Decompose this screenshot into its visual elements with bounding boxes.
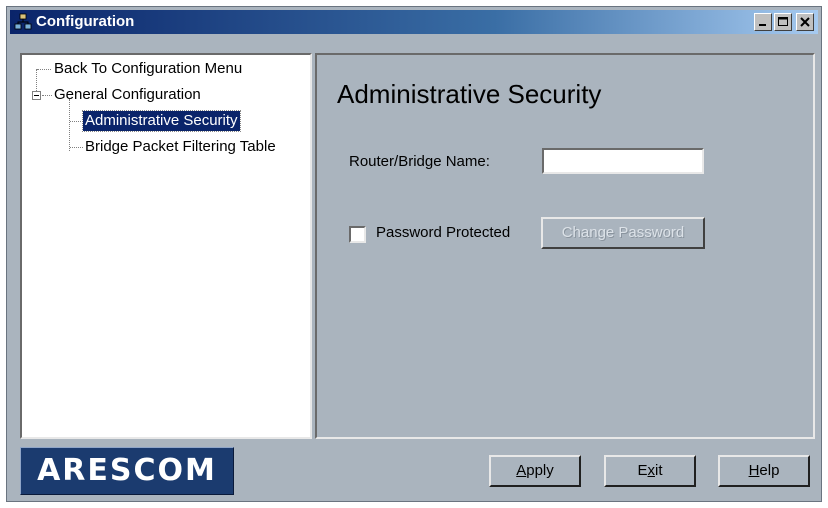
close-icon[interactable] <box>796 13 814 31</box>
password-protected-label[interactable]: Password Protected <box>376 224 510 241</box>
exit-button[interactable]: Exit <box>604 455 696 487</box>
maximize-icon[interactable] <box>774 13 792 31</box>
apply-button[interactable]: Apply <box>489 455 581 487</box>
configuration-window: Configuration Back To Configuration Menu… <box>6 6 822 502</box>
help-button[interactable]: Help <box>718 455 810 487</box>
help-label-post: elp <box>759 462 780 479</box>
exit-label-mnemonic: x <box>647 462 656 479</box>
page-title: Administrative Security <box>337 79 602 109</box>
exit-label-post: it <box>655 462 663 479</box>
tree-item-back-to-config-menu[interactable]: Back To Configuration Menu <box>54 59 242 79</box>
content-panel: Administrative Security Router/Bridge Na… <box>315 53 815 439</box>
title-bar[interactable]: Configuration <box>10 10 818 34</box>
config-tree[interactable]: Back To Configuration Menu General Confi… <box>20 53 312 439</box>
password-protected-checkbox[interactable] <box>349 226 366 243</box>
tree-line <box>37 69 51 70</box>
help-label-mnemonic: H <box>748 462 760 479</box>
tree-line <box>42 95 52 96</box>
tree-line <box>70 147 83 148</box>
arescom-logo: ARESCOM <box>20 447 234 495</box>
collapse-icon[interactable] <box>32 91 41 100</box>
tree-line <box>36 69 37 93</box>
router-name-input[interactable] <box>542 148 704 174</box>
tree-item-administrative-security[interactable]: Administrative Security <box>82 110 241 132</box>
exit-label-pre: E <box>637 462 648 479</box>
apply-label-mnemonic: A <box>516 462 527 479</box>
router-name-label: Router/Bridge Name: <box>349 153 490 170</box>
window-title: Configuration <box>36 13 135 30</box>
tree-line <box>69 99 70 151</box>
tree-line <box>70 121 83 122</box>
minimize-icon[interactable] <box>754 13 772 31</box>
apply-label-post: pply <box>526 462 554 479</box>
tree-item-bridge-packet-filtering-table[interactable]: Bridge Packet Filtering Table <box>85 137 276 157</box>
change-password-button[interactable]: Change Password <box>541 217 705 249</box>
tree-item-general-configuration[interactable]: General Configuration <box>54 85 201 105</box>
network-icon <box>14 13 32 31</box>
